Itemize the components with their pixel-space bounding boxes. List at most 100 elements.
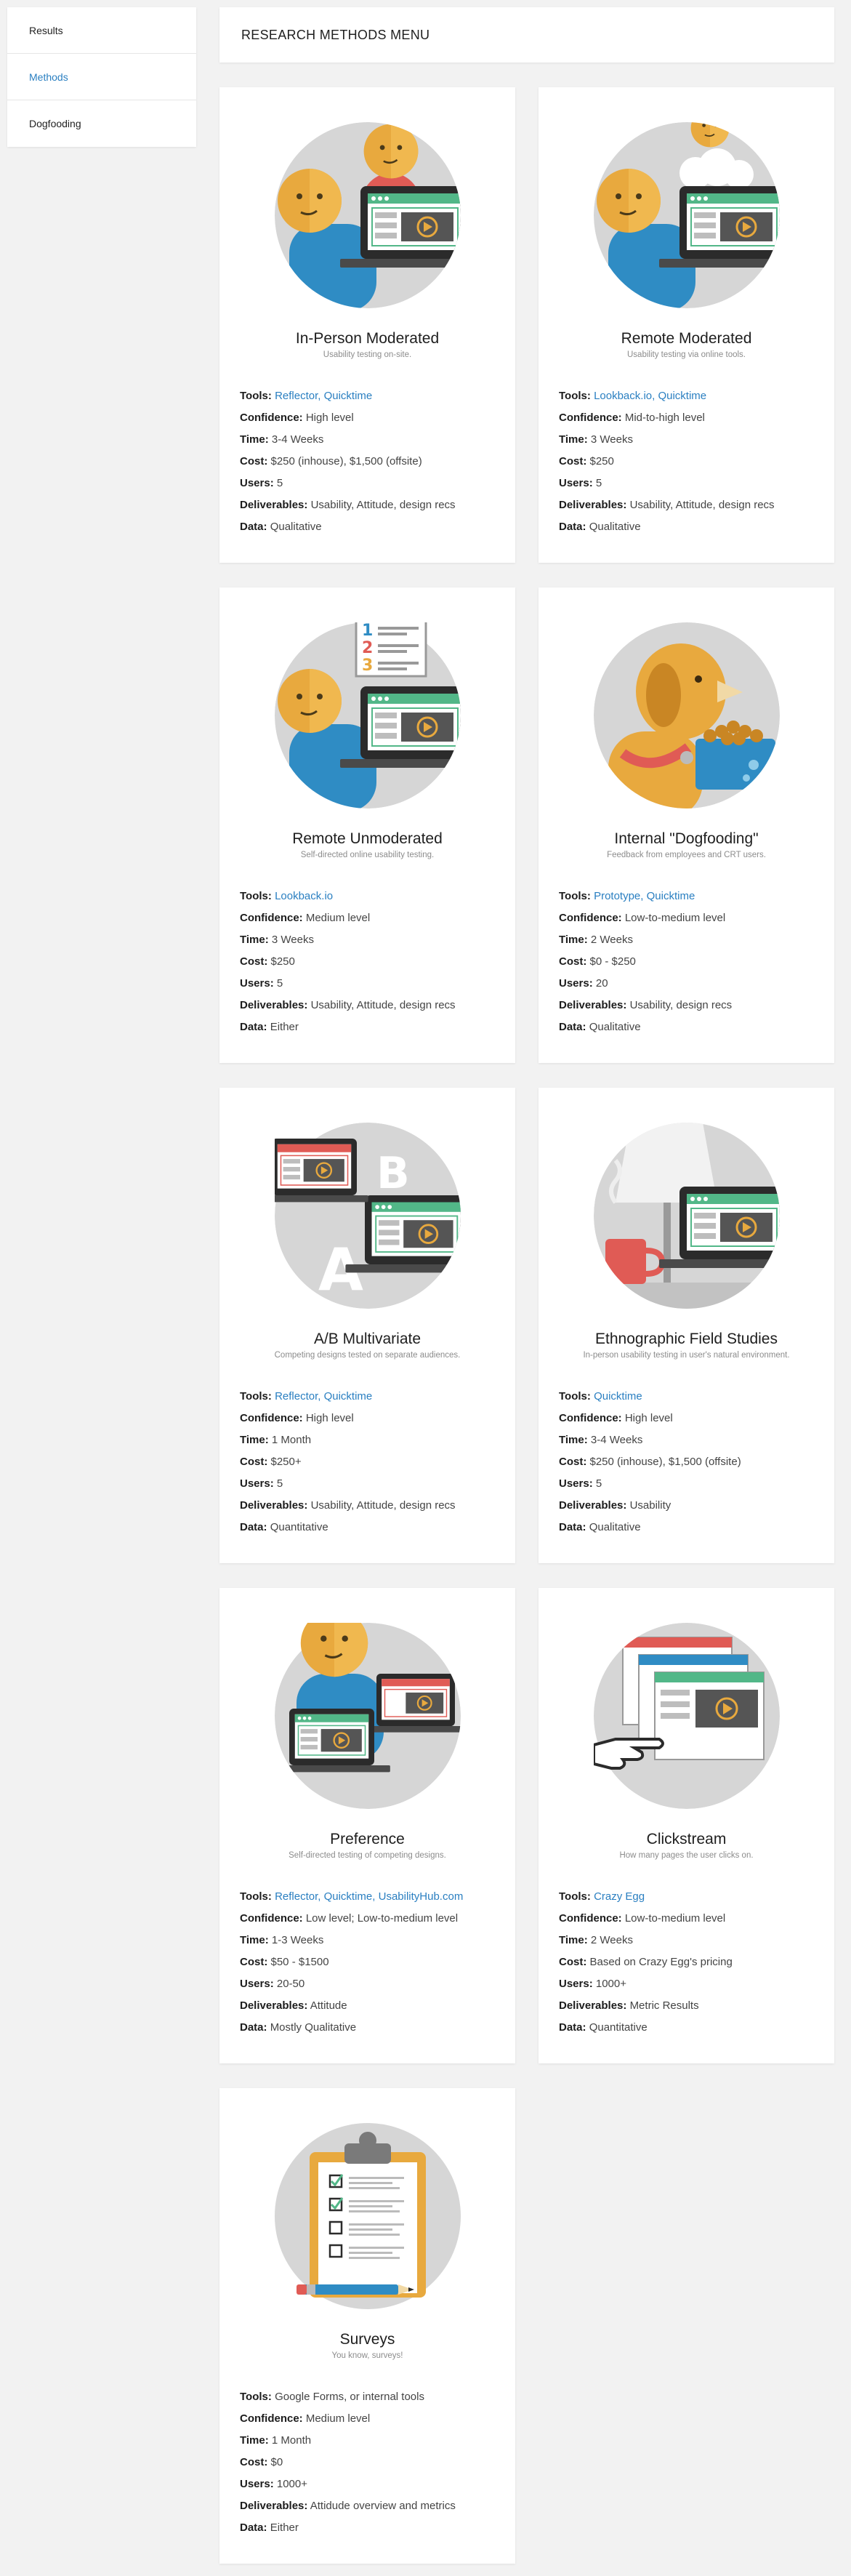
page-header: RESEARCH METHODS MENU: [219, 7, 834, 63]
sidebar-item-results[interactable]: Results: [7, 7, 196, 54]
tools-link[interactable]: Reflector, Quicktime: [275, 1390, 372, 1403]
spec-users: Users: 20-50: [240, 1978, 305, 1990]
ab-test-illustration: A B: [275, 1123, 461, 1309]
spec-tools: Tools: Lookback.io: [240, 890, 334, 902]
tools-link[interactable]: Prototype, Quicktime: [594, 890, 695, 902]
spec-confidence: Confidence: Medium level: [240, 912, 371, 924]
method-card-in-person-moderated: In-Person Moderated Usability testing on…: [219, 87, 515, 563]
spec-cost: Cost: $0 - $250: [559, 955, 636, 968]
spec-data: Data: Qualitative: [559, 1021, 641, 1033]
spec-data: Data: Qualitative: [240, 521, 322, 533]
spec-confidence: Confidence: High level: [240, 1412, 354, 1424]
card-title: A/B Multivariate: [313, 1331, 422, 1347]
card-title: Remote Unmoderated: [292, 830, 443, 847]
tools-value: Google Forms, or internal tools: [275, 2391, 424, 2403]
spec-tools: Tools: Reflector, Quicktime: [240, 1390, 373, 1403]
card-specs: Tools: Lookback.io Confidence: Medium le…: [240, 886, 501, 1038]
spec-confidence: Confidence: High level: [240, 412, 354, 424]
tools-link[interactable]: Reflector, Quicktime: [275, 390, 372, 402]
spec-users: Users: 1000+: [559, 1978, 627, 1990]
sidebar-item-dogfooding[interactable]: Dogfooding: [7, 100, 196, 147]
spec-data: Data: Mostly Qualitative: [240, 2021, 357, 2034]
spec-deliverables: Deliverables: Metric Results: [559, 1999, 699, 2012]
spec-time: Time: 1-3 Weeks: [240, 1934, 324, 1946]
spec-time: Time: 3 Weeks: [559, 433, 633, 446]
spec-tools: Tools: Lookback.io, Quicktime: [559, 390, 707, 402]
spec-confidence: Confidence: Medium level: [240, 2412, 371, 2425]
method-card-remote-moderated: Remote Moderated Usability testing via o…: [539, 87, 834, 563]
method-card-surveys: Surveys You know, surveys! Tools: Google…: [219, 2088, 515, 2564]
spec-confidence: Confidence: Low-to-medium level: [559, 912, 726, 924]
svg-text:2: 2: [362, 639, 373, 657]
tools-link[interactable]: Lookback.io: [275, 890, 333, 902]
tools-link[interactable]: Reflector, Quicktime, UsabilityHub.com: [275, 1890, 463, 1903]
method-card-ethnographic-field-studies: Ethnographic Field Studies In-person usa…: [539, 1088, 834, 1563]
card-specs: Tools: Reflector, Quicktime Confidence: …: [240, 1386, 501, 1538]
card-specs: Tools: Crazy Egg Confidence: Low-to-medi…: [559, 1886, 820, 2039]
spec-data: Data: Qualitative: [559, 521, 641, 533]
spec-deliverables: Deliverables: Usability: [559, 1499, 671, 1512]
method-card-preference: Preference Self-directed testing of comp…: [219, 1588, 515, 2063]
card-subtitle: You know, surveys!: [331, 2351, 403, 2360]
spec-data: Data: Qualitative: [559, 1521, 641, 1533]
method-card-internal-dogfooding: Internal "Dogfooding" Feedback from empl…: [539, 587, 834, 1063]
spec-users: Users: 5: [559, 477, 602, 489]
spec-confidence: Confidence: Low-to-medium level: [559, 1912, 726, 1925]
spec-time: Time: 1 Month: [240, 2434, 312, 2447]
card-subtitle: Usability testing via online tools.: [627, 350, 746, 359]
dog-icon: [594, 622, 780, 808]
spec-data: Data: Quantitative: [559, 2021, 648, 2034]
svg-text:1: 1: [362, 622, 373, 640]
numbered-list-icon: 1 2 3: [355, 622, 427, 678]
tools-link[interactable]: Quicktime: [594, 1390, 642, 1403]
card-title: Internal "Dogfooding": [614, 830, 759, 847]
clipboard-survey-illustration: [275, 2123, 461, 2309]
card-specs: Tools: Google Forms, or internal tools C…: [240, 2386, 501, 2539]
card-title: Clickstream: [646, 1831, 727, 1847]
tools-link[interactable]: Crazy Egg: [594, 1890, 645, 1903]
card-subtitle: Competing designs tested on separate aud…: [274, 1351, 461, 1360]
method-card-clickstream: Clickstream How many pages the user clic…: [539, 1588, 834, 2063]
preference-illustration: [275, 1623, 461, 1809]
card-specs: Tools: Quicktime Confidence: High level …: [559, 1386, 820, 1538]
svg-text:3: 3: [362, 657, 373, 675]
spec-deliverables: Deliverables: Usability, design recs: [559, 999, 733, 1011]
spec-time: Time: 1 Month: [240, 1434, 312, 1446]
card-subtitle: Self-directed online usability testing.: [300, 851, 435, 859]
spec-cost: Cost: $250 (inhouse), $1,500 (offsite): [559, 1456, 741, 1468]
card-title: Remote Moderated: [621, 330, 752, 347]
spec-time: Time: 3-4 Weeks: [559, 1434, 643, 1446]
spec-tools: Tools: Crazy Egg: [559, 1890, 645, 1903]
spec-deliverables: Deliverables: Usability, Attitude, desig…: [240, 999, 456, 1011]
tools-link[interactable]: Lookback.io, Quicktime: [594, 390, 706, 402]
card-specs: Tools: Reflector, Quicktime, UsabilityHu…: [240, 1886, 501, 2039]
page-title: RESEARCH METHODS MENU: [241, 28, 430, 42]
spec-deliverables: Deliverables: Usability, Attitude, desig…: [559, 499, 775, 511]
spec-time: Time: 2 Weeks: [559, 1934, 633, 1946]
spec-deliverables: Deliverables: Usability, Attitude, desig…: [240, 1499, 456, 1512]
card-specs: Tools: Prototype, Quicktime Confidence: …: [559, 886, 820, 1038]
card-subtitle: How many pages the user clicks on.: [619, 1851, 754, 1860]
spec-confidence: Confidence: High level: [559, 1412, 673, 1424]
method-card-ab-multivariate: A B A/B Multivariate Competing designs t…: [219, 1088, 515, 1563]
spec-data: Data: Either: [240, 1021, 299, 1033]
spec-deliverables: Deliverables: Usability, Attitude, desig…: [240, 499, 456, 511]
card-subtitle: Usability testing on-site.: [323, 350, 412, 359]
spec-tools: Tools: Prototype, Quicktime: [559, 890, 695, 902]
spec-deliverables: Deliverables: Attidude overview and metr…: [240, 2500, 456, 2512]
spec-users: Users: 5: [240, 1477, 283, 1490]
card-specs: Tools: Lookback.io, Quicktime Confidence…: [559, 385, 820, 538]
card-title: Ethnographic Field Studies: [595, 1331, 778, 1347]
svg-text:B: B: [376, 1148, 410, 1199]
spec-users: Users: 5: [240, 477, 283, 489]
spec-cost: Cost: $0: [240, 2456, 283, 2468]
card-title: Surveys: [339, 2331, 395, 2348]
sidebar-item-methods[interactable]: Methods: [7, 54, 196, 100]
spec-tools: Tools: Quicktime: [559, 1390, 642, 1403]
spec-confidence: Confidence: Mid-to-high level: [559, 412, 705, 424]
spec-time: Time: 3 Weeks: [240, 934, 314, 946]
card-title: In-Person Moderated: [295, 330, 440, 347]
spec-time: Time: 2 Weeks: [559, 934, 633, 946]
spec-deliverables: Deliverables: Attitude: [240, 1999, 347, 2012]
card-subtitle: Self-directed testing of competing desig…: [289, 1851, 446, 1860]
